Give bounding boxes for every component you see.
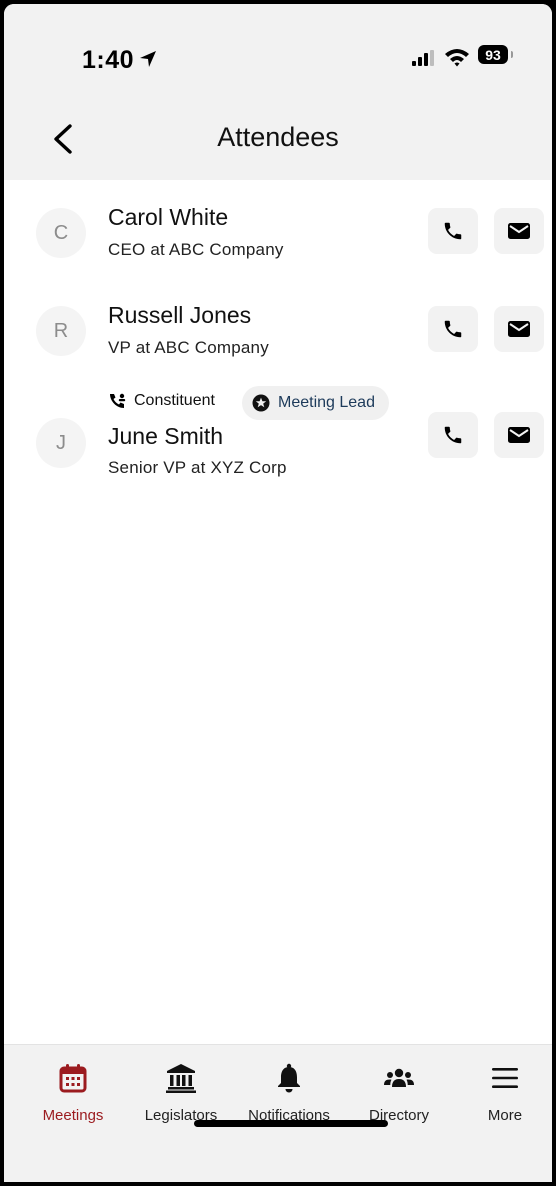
call-button[interactable]	[428, 306, 478, 352]
page-title: Attendees	[217, 122, 339, 152]
attendee-title: Senior VP at XYZ Corp	[108, 458, 287, 477]
attendee-row: Constituent Meeting Lead J June Smith Se…	[4, 386, 552, 490]
tab-directory[interactable]: Directory	[344, 1063, 454, 1139]
meeting-lead-label: Meeting Lead	[278, 394, 375, 411]
avatar-initial: J	[56, 431, 66, 454]
phone-screen: 1:40 93 Attendees C Carol White CEO at A…	[4, 4, 552, 1182]
envelope-icon	[508, 321, 530, 337]
tab-notifications[interactable]: Notifications	[234, 1063, 344, 1139]
attendee-row: C Carol White CEO at ABC Company	[4, 200, 552, 280]
phone-icon	[444, 222, 462, 240]
email-button[interactable]	[494, 412, 544, 458]
tab-label: Meetings	[42, 1107, 104, 1124]
phone-icon	[444, 426, 462, 444]
email-button[interactable]	[494, 208, 544, 254]
capitol-building-icon	[166, 1064, 196, 1093]
constituent-tag-label: Constituent	[134, 392, 215, 409]
avatar: R	[36, 306, 86, 356]
avatar-initial: R	[53, 319, 69, 342]
meeting-lead-badge: Meeting Lead	[242, 386, 389, 420]
battery-indicator: 93	[478, 45, 508, 64]
constituent-tag: Constituent	[108, 392, 215, 410]
attendee-name[interactable]: June Smith	[108, 423, 223, 450]
location-arrow-icon	[140, 51, 156, 67]
call-button[interactable]	[428, 412, 478, 458]
tab-meetings[interactable]: Meetings	[18, 1063, 128, 1139]
tab-legislators[interactable]: Legislators	[126, 1063, 236, 1139]
avatar: C	[36, 208, 86, 258]
calendar-icon	[59, 1064, 87, 1093]
cellular-signal-icon	[412, 50, 434, 66]
attendee-title: CEO at ABC Company	[108, 240, 284, 259]
attendee-title: VP at ABC Company	[108, 338, 269, 357]
bell-icon	[278, 1063, 300, 1093]
attendee-row: R Russell Jones VP at ABC Company	[4, 294, 552, 374]
email-button[interactable]	[494, 306, 544, 352]
call-button[interactable]	[428, 208, 478, 254]
top-bar: 1:40 93 Attendees	[4, 4, 552, 180]
tab-more[interactable]: More	[450, 1063, 552, 1139]
battery-level: 93	[485, 46, 501, 63]
wifi-icon	[445, 49, 469, 67]
bottom-tab-bar: Meetings Legislators Notifications Direc…	[4, 1044, 552, 1182]
phone-person-icon	[110, 393, 126, 408]
tab-label: More	[487, 1107, 523, 1124]
battery-nub	[511, 51, 513, 58]
phone-icon	[444, 320, 462, 338]
avatar: J	[36, 418, 86, 468]
hamburger-menu-icon	[492, 1068, 518, 1088]
envelope-icon	[508, 427, 530, 443]
home-indicator[interactable]	[194, 1120, 388, 1127]
status-time: 1:40	[82, 46, 135, 74]
attendee-name[interactable]: Carol White	[108, 204, 228, 231]
envelope-icon	[508, 223, 530, 239]
attendee-name[interactable]: Russell Jones	[108, 302, 251, 329]
avatar-initial: C	[53, 221, 69, 244]
people-group-icon	[384, 1068, 414, 1087]
star-badge-icon	[252, 394, 270, 412]
